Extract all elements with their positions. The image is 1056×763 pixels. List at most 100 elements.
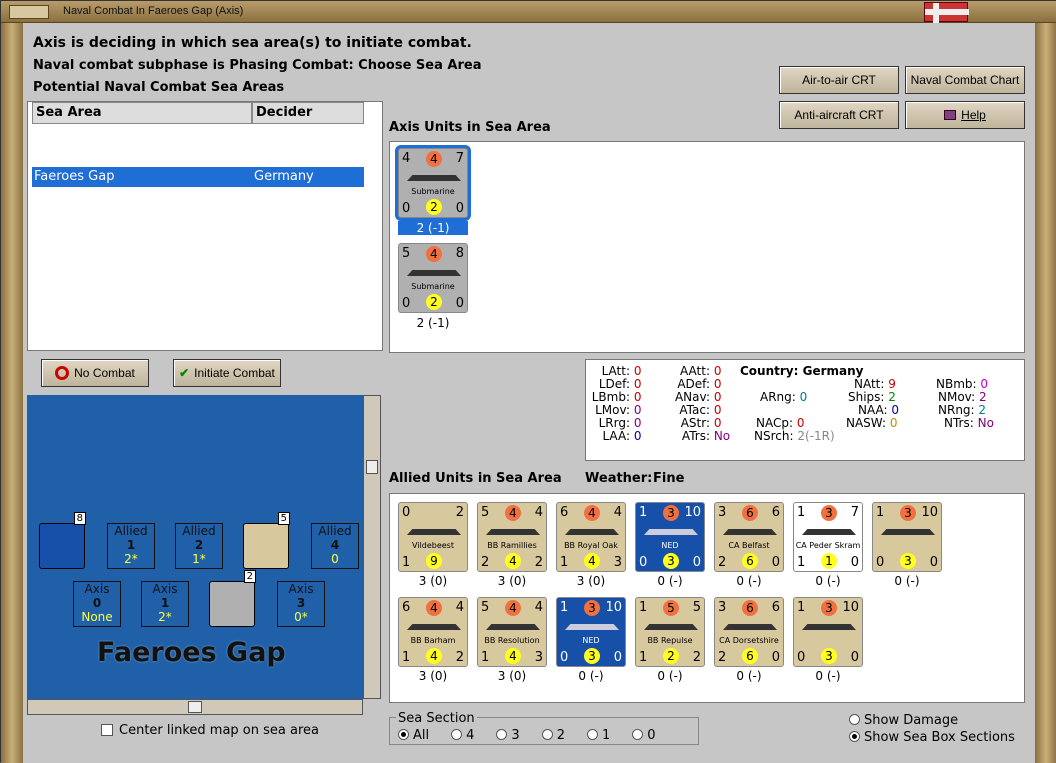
allied-sea-box[interactable]: Allied 1 2* — [107, 523, 155, 569]
radio-button[interactable] — [451, 729, 463, 740]
sea-area-map[interactable]: Faeroes Gap Allied 1 2* Allied 2 1* Allied 4 0 Ax… — [27, 395, 363, 699]
stat-nmov: NMov: 2 — [938, 390, 987, 404]
stat-lmov: LMov: 0 — [595, 403, 642, 417]
allied-unit-counter[interactable]: 6 4 4 BB Barham 1 4 2 — [398, 597, 468, 667]
allied-sea-box[interactable]: Allied 2 1* — [175, 523, 223, 569]
extra-value: 2 — [455, 650, 464, 665]
show-boxes-radio[interactable] — [849, 731, 860, 742]
allied-unit-counter[interactable]: 3 6 6 CA Belfast 2 6 0 — [714, 502, 784, 572]
sea-section-option[interactable]: 4 — [451, 728, 474, 743]
range-value: 2 — [455, 505, 464, 520]
sea-section-option[interactable]: All — [398, 728, 429, 743]
allied-unit-counter[interactable]: 1 3 10 NED 0 3 0 — [635, 502, 705, 572]
axis-unit-counter[interactable]: 5 4 8 Submarine 0 2 0 — [398, 243, 468, 313]
stat-arng: ARng: 0 — [760, 390, 808, 404]
allied-sea-box[interactable]: Allied 4 0 — [311, 523, 359, 569]
center-map-option[interactable]: Center linked map on sea area — [101, 723, 319, 738]
hscroll-thumb[interactable] — [188, 701, 202, 713]
attack-circle: 4 — [505, 600, 521, 616]
move-circle: 3 — [821, 648, 837, 664]
unit-name: BB Repulse — [647, 636, 693, 645]
map-unit-stack[interactable]: 8 — [39, 512, 86, 569]
center-map-checkbox[interactable] — [101, 724, 113, 736]
allied-unit-counter[interactable]: 3 6 6 CA Dorsetshire 2 6 0 — [714, 597, 784, 667]
sea-section-option[interactable]: 2 — [541, 728, 565, 743]
radio-button[interactable] — [496, 729, 508, 740]
radio-button[interactable] — [586, 729, 598, 740]
naval-combat-chart-button[interactable]: Naval Combat Chart — [905, 66, 1025, 94]
box-text: 2 — [194, 538, 204, 552]
map-unit-stack[interactable]: 5 — [243, 512, 290, 569]
allied-units-title: Allied Units in Sea Area — [389, 471, 562, 486]
book-icon — [944, 110, 957, 120]
box-text: 1* — [192, 552, 206, 566]
stack-count: 8 — [73, 512, 86, 525]
air-to-air-crt-button[interactable]: Air-to-air CRT — [779, 66, 899, 94]
allied-unit-counter[interactable]: 0 2 Vildebeest 1 9 — [398, 502, 468, 572]
allied-unit-counter[interactable]: 6 4 4 BB Royal Oak 1 4 3 — [556, 502, 626, 572]
move-circle: 4 — [505, 553, 521, 569]
box-text: 0 — [92, 596, 102, 610]
weather-value: Fine — [653, 471, 685, 486]
initiate-combat-button[interactable]: ✔ Initiate Combat — [173, 359, 281, 387]
sea-section-option[interactable]: 1 — [586, 728, 610, 743]
ship-silhouette-icon — [802, 529, 856, 535]
allied-unit-counter[interactable]: 1 5 5 BB Repulse 1 2 2 — [635, 597, 705, 667]
allied-unit-counter[interactable]: 1 3 10 0 3 0 — [793, 597, 863, 667]
stat-lrrg: LRrg: 0 — [598, 416, 642, 430]
radio-button[interactable] — [541, 729, 553, 740]
ship-silhouette-icon — [565, 529, 619, 535]
subphase-text: Naval combat subphase is Phasing Combat:… — [33, 58, 482, 73]
attack-circle: 6 — [742, 600, 758, 616]
extra-value: 0 — [850, 650, 859, 665]
attack-value: 3 — [718, 600, 727, 615]
show-boxes-option[interactable]: Show Sea Box Sections — [849, 730, 1015, 745]
axis-sea-box[interactable]: Axis 3 0* — [277, 581, 325, 627]
sea-section-option[interactable]: 0 — [632, 728, 656, 743]
map-unit-stack[interactable]: 2 — [209, 570, 256, 627]
scroll-thumb[interactable] — [366, 460, 378, 474]
attack-value: 1 — [639, 600, 648, 615]
no-combat-button[interactable]: No Combat — [41, 359, 149, 387]
axis-sea-box[interactable]: Axis 0 None — [73, 581, 121, 627]
range-value: 5 — [692, 600, 701, 615]
ship-silhouette-icon — [486, 624, 540, 630]
help-button[interactable]: Help — [905, 101, 1025, 129]
radio-button[interactable] — [632, 729, 644, 740]
unit-caption: 0 (-) — [894, 574, 920, 588]
radio-button[interactable] — [398, 729, 409, 740]
show-boxes-label: Show Sea Box Sections — [864, 730, 1015, 745]
radio-label: 4 — [466, 728, 475, 743]
table-row[interactable]: Faeroes Gap Germany — [32, 167, 364, 187]
move-circle: 2 — [426, 294, 442, 310]
content-area: Axis is deciding in which sea area(s) to… — [23, 23, 1035, 763]
move-circle: 6 — [742, 648, 758, 664]
allied-unit-counter[interactable]: 1 3 10 0 3 0 — [872, 502, 942, 572]
attack-value: 1 — [560, 600, 569, 615]
ship-silhouette-icon — [407, 270, 461, 276]
range-value: 4 — [534, 600, 543, 615]
ship-silhouette-icon — [407, 175, 461, 181]
map-vertical-scrollbar[interactable] — [363, 395, 381, 699]
box-text: 0 — [331, 552, 339, 566]
show-damage-option[interactable]: Show Damage — [849, 713, 958, 728]
allied-unit-counter[interactable]: 1 3 10 NED 0 3 0 — [556, 597, 626, 667]
allied-unit-counter[interactable]: 1 3 7 CA Peder Skram 1 1 0 — [793, 502, 863, 572]
decider-cell: Germany — [254, 169, 314, 184]
sea-section-option[interactable]: 3 — [496, 728, 520, 743]
allied-unit-counter[interactable]: 5 4 4 BB Ramillies 2 4 2 — [477, 502, 547, 572]
extra-value: 2 — [692, 650, 701, 665]
unit-caption: 2 (-1) — [398, 221, 468, 235]
attack-value: 5 — [481, 600, 490, 615]
sea-section-options: All 4 3 2 1 0 — [398, 728, 656, 743]
allied-unit-counter[interactable]: 5 4 4 BB Resolution 1 4 3 — [477, 597, 547, 667]
axis-unit-counter[interactable]: 4 4 7 Submarine 0 2 0 — [398, 148, 468, 218]
axis-sea-box[interactable]: Axis 1 2* — [141, 581, 189, 627]
system-menu-button[interactable] — [9, 5, 49, 19]
attack-circle: 3 — [663, 505, 679, 521]
range-value: 6 — [771, 600, 780, 615]
sea-section-group: Sea Section All 4 3 2 1 0 — [389, 711, 699, 745]
show-damage-radio[interactable] — [849, 714, 860, 725]
anti-aircraft-crt-button[interactable]: Anti-aircraft CRT — [779, 101, 899, 129]
map-horizontal-scrollbar[interactable] — [27, 699, 363, 715]
